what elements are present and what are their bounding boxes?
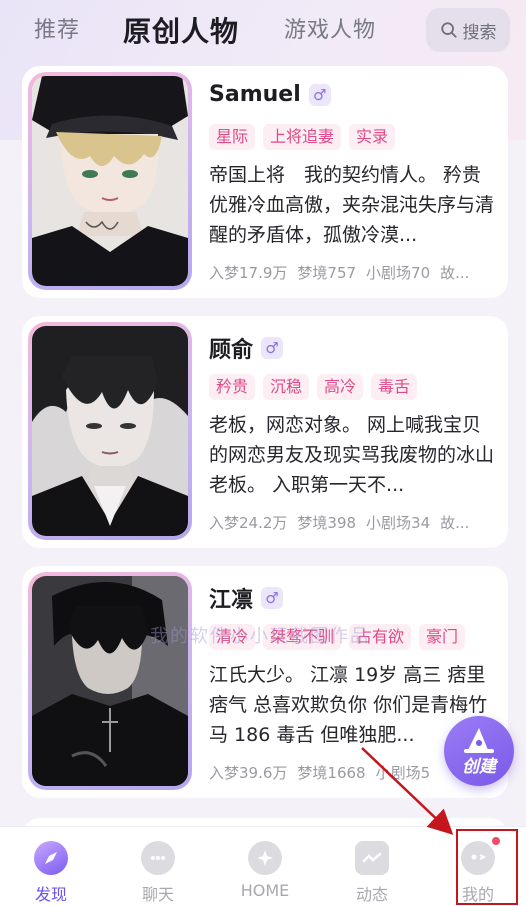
character-card[interactable]: Samuel ♂ 星际 上将追妻 实录 帝国上将 我的契约情人。 矜贵优雅冷血高… (22, 66, 508, 298)
character-name: Samuel (209, 82, 301, 107)
character-name: 顾俞 (209, 338, 254, 363)
character-stats: 入梦24.2万 梦境398 小剧场34 故... (209, 512, 499, 533)
top-tabs: 推荐 原创人物 游戏人物 搜索 (0, 0, 526, 62)
nav-label: 动态 (355, 885, 388, 904)
stat-dream-count: 入梦24.2万 (209, 514, 288, 532)
search-icon (440, 22, 457, 38)
tab-game-characters[interactable]: 游戏人物 (284, 12, 376, 44)
character-avatar (32, 76, 188, 286)
tag: 实录 (349, 124, 396, 150)
search-label: 搜索 (462, 22, 497, 43)
nav-home[interactable]: HOME (215, 827, 315, 906)
annotation-highlight-box (456, 829, 518, 905)
character-name-row: 江凛 ♂ (209, 582, 284, 614)
nav-label: 聊天 (141, 885, 174, 904)
discover-icon (34, 841, 68, 875)
avatar-frame (28, 572, 192, 790)
tab-original-characters[interactable]: 原创人物 (123, 10, 239, 50)
tab-recommend[interactable]: 推荐 (34, 12, 80, 44)
tag: 星际 (209, 124, 256, 150)
create-label: 创建 (462, 756, 496, 777)
nav-label: 发现 (34, 885, 67, 904)
stat-theater-count: 小剧场5 (375, 764, 431, 782)
male-gender-icon: ♂ (261, 337, 284, 359)
stat-story: 故... (440, 264, 470, 282)
stat-theater-count: 小剧场34 (366, 514, 431, 532)
tag: 沉稳 (263, 374, 310, 400)
stat-story: 故... (440, 514, 470, 532)
character-card[interactable]: 江凛 ♂ 清冷 桀骜不驯 占有欲 豪门 江氏大少。 江凛 19岁 高三 痞里痞气… (22, 566, 508, 798)
tag: 上将追妻 (263, 124, 342, 150)
character-name-row: 顾俞 ♂ (209, 332, 284, 364)
avatar-frame (28, 322, 192, 540)
create-button[interactable]: 创建 (444, 716, 514, 786)
nav-label: HOME (240, 881, 290, 900)
character-description: 老板，网恋对象。 网上喊我宝贝的网恋男友及现实骂我废物的冰山老板。 入职第一天不… (209, 414, 495, 496)
character-description: 帝国上将 我的契约情人。 矜贵优雅冷血高傲，夹杂混沌失序与清醒的矛盾体，孤傲冷漠… (209, 164, 495, 246)
home-icon (248, 841, 282, 875)
nav-moments[interactable]: 动态 (322, 827, 422, 906)
tag: 矜贵 (209, 374, 256, 400)
watermark: 我的软件小小玩截图作品 (150, 626, 370, 647)
stat-dream-count: 入梦39.6万 (209, 764, 288, 782)
stat-dream-count: 入梦17.9万 (209, 264, 288, 282)
stat-dreamscape-count: 梦境1668 (297, 764, 366, 782)
moments-icon (355, 841, 389, 875)
stat-theater-count: 小剧场70 (366, 264, 431, 282)
avatar-frame (28, 72, 192, 290)
search-button[interactable]: 搜索 (426, 8, 510, 52)
character-avatar (32, 326, 188, 536)
tag: 豪门 (419, 624, 466, 650)
stat-dreamscape-count: 梦境757 (297, 264, 357, 282)
stat-dreamscape-count: 梦境398 (297, 514, 357, 532)
male-gender-icon: ♂ (261, 587, 284, 609)
character-name-row: Samuel ♂ (209, 82, 331, 107)
tag: 毒舌 (371, 374, 418, 400)
character-name: 江凛 (209, 588, 254, 613)
male-gender-icon: ♂ (308, 83, 331, 106)
nav-chat[interactable]: 聊天 (108, 827, 208, 906)
nav-discover[interactable]: 发现 (1, 827, 101, 906)
tag: 高冷 (317, 374, 364, 400)
chat-icon (141, 841, 175, 875)
bottom-nav: 发现 聊天 HOME 动态 我的 (0, 826, 526, 906)
character-avatar (32, 576, 188, 786)
tag-list: 矜贵 沉稳 高冷 毒舌 (209, 374, 418, 400)
character-stats: 入梦17.9万 梦境757 小剧场70 故... (209, 262, 499, 283)
character-card[interactable]: 顾俞 ♂ 矜贵 沉稳 高冷 毒舌 老板，网恋对象。 网上喊我宝贝的网恋男友及现实… (22, 316, 508, 548)
tag-list: 星际 上将追妻 实录 (209, 124, 396, 150)
